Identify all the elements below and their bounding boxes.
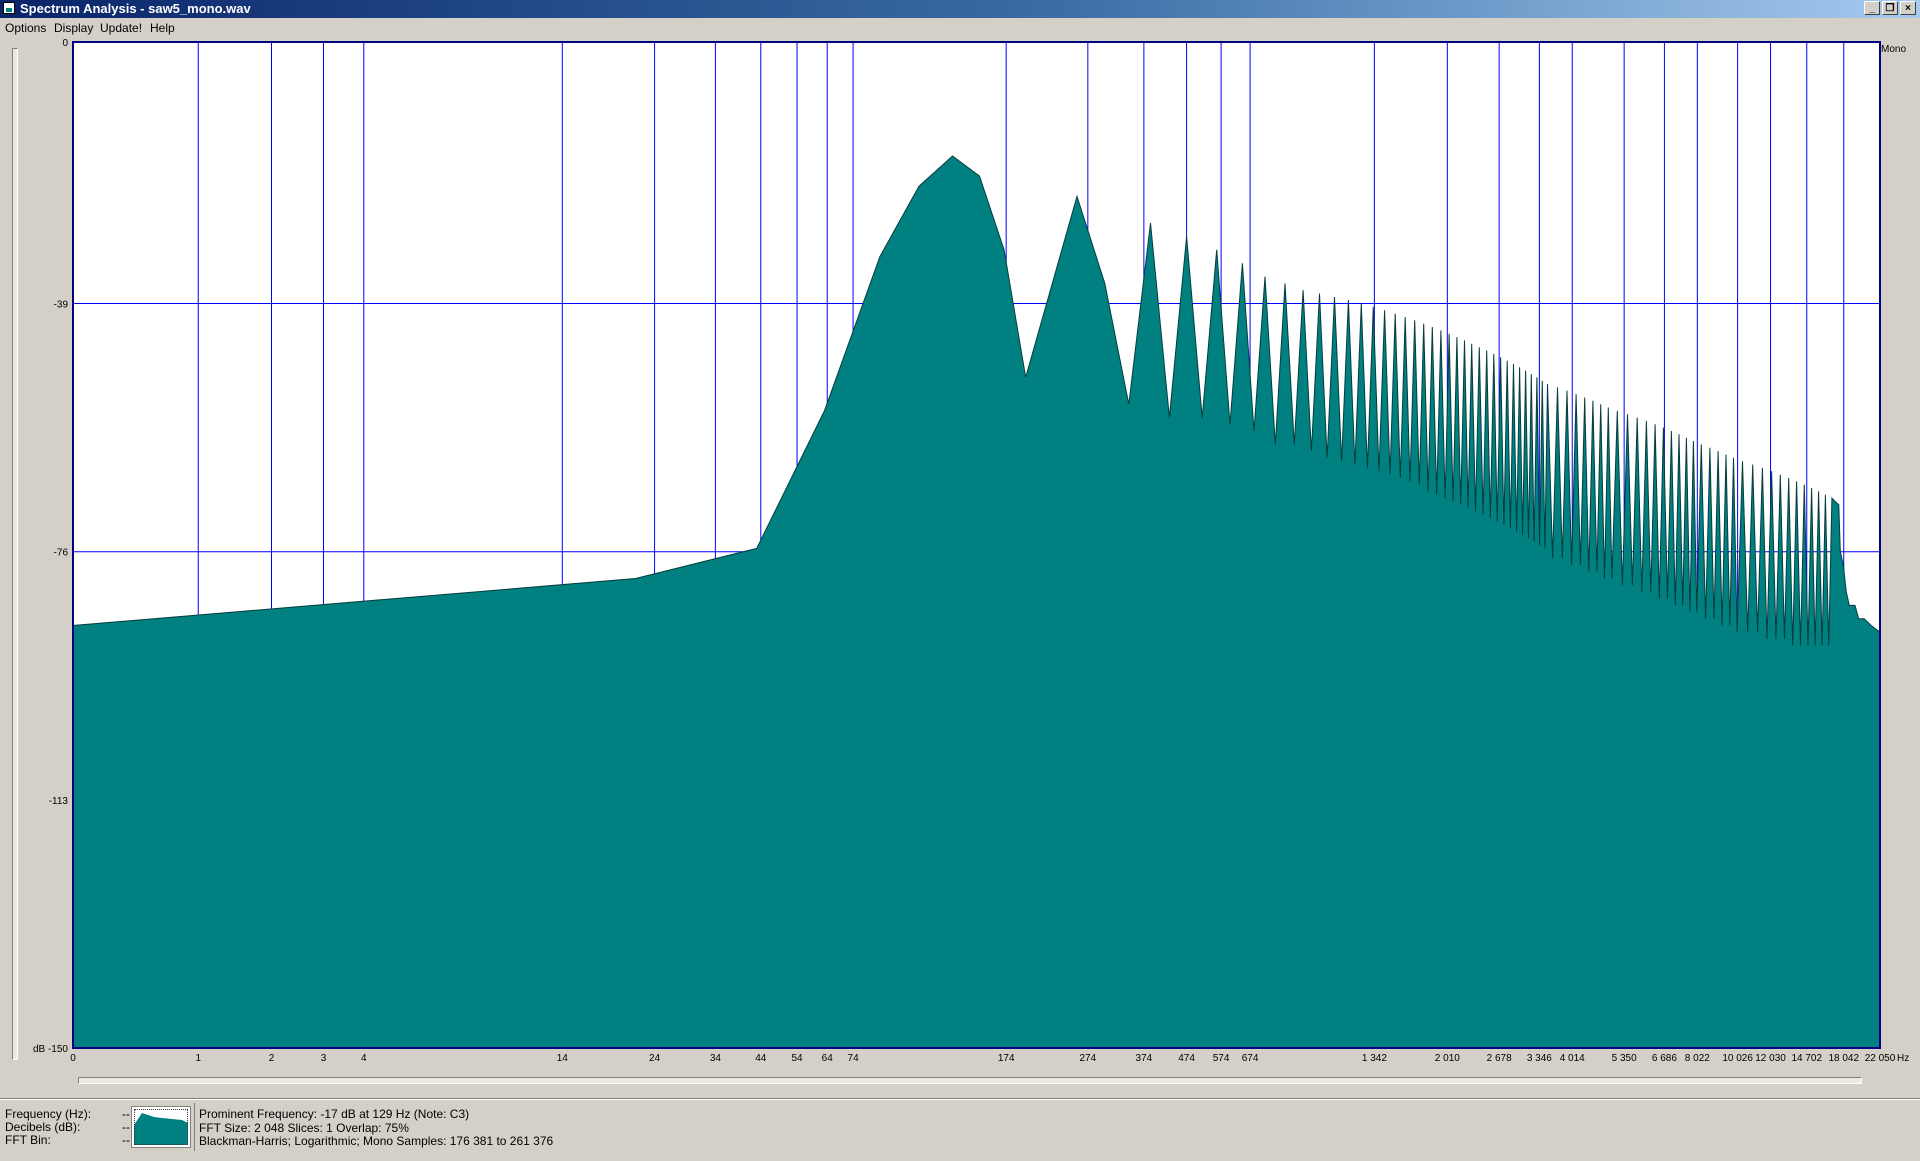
window-settings: Blackman-Harris; Logarithmic; Mono Sampl… [199, 1134, 554, 1148]
x-tick-label: 74 [848, 1053, 860, 1064]
x-tick-label: 674 [1242, 1053, 1259, 1064]
x-tick-label: 12 030 [1755, 1053, 1786, 1064]
status-bar: Frequency (Hz): -- Decibels (dB): -- FFT… [0, 1098, 1920, 1161]
thumbnail-spectrum-icon [134, 1113, 188, 1145]
restore-button[interactable]: ❐ [1882, 1, 1898, 15]
x-tick-label: 24 [649, 1053, 661, 1064]
menu-help[interactable]: Help [150, 21, 175, 35]
spectrum-chart[interactable]: 0-39-76-113dB -150 0 1 2 3 4 14 24 34 44 54 64 74 17… [0, 38, 1920, 1078]
menu-update[interactable]: Update! [100, 21, 142, 35]
y-tick-label: 0 [62, 38, 68, 49]
x-tick-label: 1 342 [1362, 1053, 1387, 1064]
x-tick-label: 374 [1136, 1053, 1153, 1064]
x-tick-label: 6 686 [1652, 1053, 1677, 1064]
menu-display[interactable]: Display [54, 21, 93, 35]
y-tick-label: dB -150 [33, 1044, 68, 1055]
frequency-label: Frequency (Hz): [5, 1107, 92, 1121]
x-tick-label: 2 678 [1487, 1053, 1512, 1064]
close-button[interactable]: × [1900, 1, 1916, 15]
x-tick-label: 5 350 [1612, 1053, 1637, 1064]
y-tick-label: -39 [54, 300, 69, 311]
menu-options[interactable]: Options [5, 21, 46, 35]
x-tick-label: 44 [755, 1053, 767, 1064]
y-tick-labels: 0 -39 -76 -113 dB -150 [33, 38, 68, 1055]
menu-bar: Options Display Update! Help [0, 18, 1920, 38]
x-tick-label: 474 [1178, 1053, 1195, 1064]
x-tick-label: 2 010 [1435, 1053, 1460, 1064]
x-unit-label: Hz [1897, 1053, 1909, 1064]
fft-bin-value: -- [122, 1133, 130, 1147]
minimize-button[interactable]: _ [1864, 1, 1880, 15]
x-tick-label: 4 [361, 1053, 367, 1064]
x-tick-label: 1 [195, 1053, 201, 1064]
y-tick-label: -76 [54, 548, 69, 559]
x-tick-label: 3 [321, 1053, 327, 1064]
spectrum-app-icon [3, 2, 15, 14]
analysis-info: Prominent Frequency: -17 dB at 129 Hz (N… [194, 1103, 1920, 1151]
decibel-label: Decibels (dB): [5, 1120, 81, 1134]
channel-label: Mono [1881, 44, 1906, 55]
title-bar: Spectrum Analysis - saw5_mono.wav _ ❐ × [0, 0, 1920, 18]
y-tick-label: -113 [49, 796, 69, 807]
x-tick-label: 0 [70, 1053, 76, 1064]
x-tick-label: 18 042 [1828, 1053, 1859, 1064]
x-tick-label: 10 026 [1722, 1053, 1753, 1064]
x-tick-label: 274 [1079, 1053, 1096, 1064]
x-tick-label: 4 014 [1560, 1053, 1585, 1064]
fft-bin-readout: FFT Bin: -- [5, 1134, 130, 1147]
prominent-frequency: Prominent Frequency: -17 dB at 129 Hz (N… [199, 1107, 470, 1121]
x-tick-label: 54 [791, 1053, 803, 1064]
x-tick-label: 22 050 [1865, 1053, 1896, 1064]
x-tick-label: 64 [822, 1053, 834, 1064]
x-tick-label: 8 022 [1685, 1053, 1710, 1064]
x-tick-label: 14 [557, 1053, 569, 1064]
x-tick-label: 14 702 [1791, 1053, 1822, 1064]
window-title: Spectrum Analysis - saw5_mono.wav [20, 1, 251, 16]
x-tick-label: 174 [998, 1053, 1015, 1064]
fft-settings: FFT Size: 2 048 Slices: 1 Overlap: 75% [199, 1120, 409, 1135]
fft-bin-label: FFT Bin: [5, 1133, 51, 1147]
x-tick-label: 34 [710, 1053, 722, 1064]
x-tick-label: 2 [269, 1053, 275, 1064]
x-tick-label: 574 [1213, 1053, 1230, 1064]
spectrum-thumbnail[interactable] [131, 1106, 191, 1148]
horizontal-scrollbar[interactable] [78, 1077, 1862, 1084]
x-tick-label: 3 346 [1527, 1053, 1552, 1064]
x-tick-labels: 0 1 2 3 4 14 24 34 44 54 64 74 174 274 374 474 574 674 1 3… [70, 1053, 1896, 1064]
